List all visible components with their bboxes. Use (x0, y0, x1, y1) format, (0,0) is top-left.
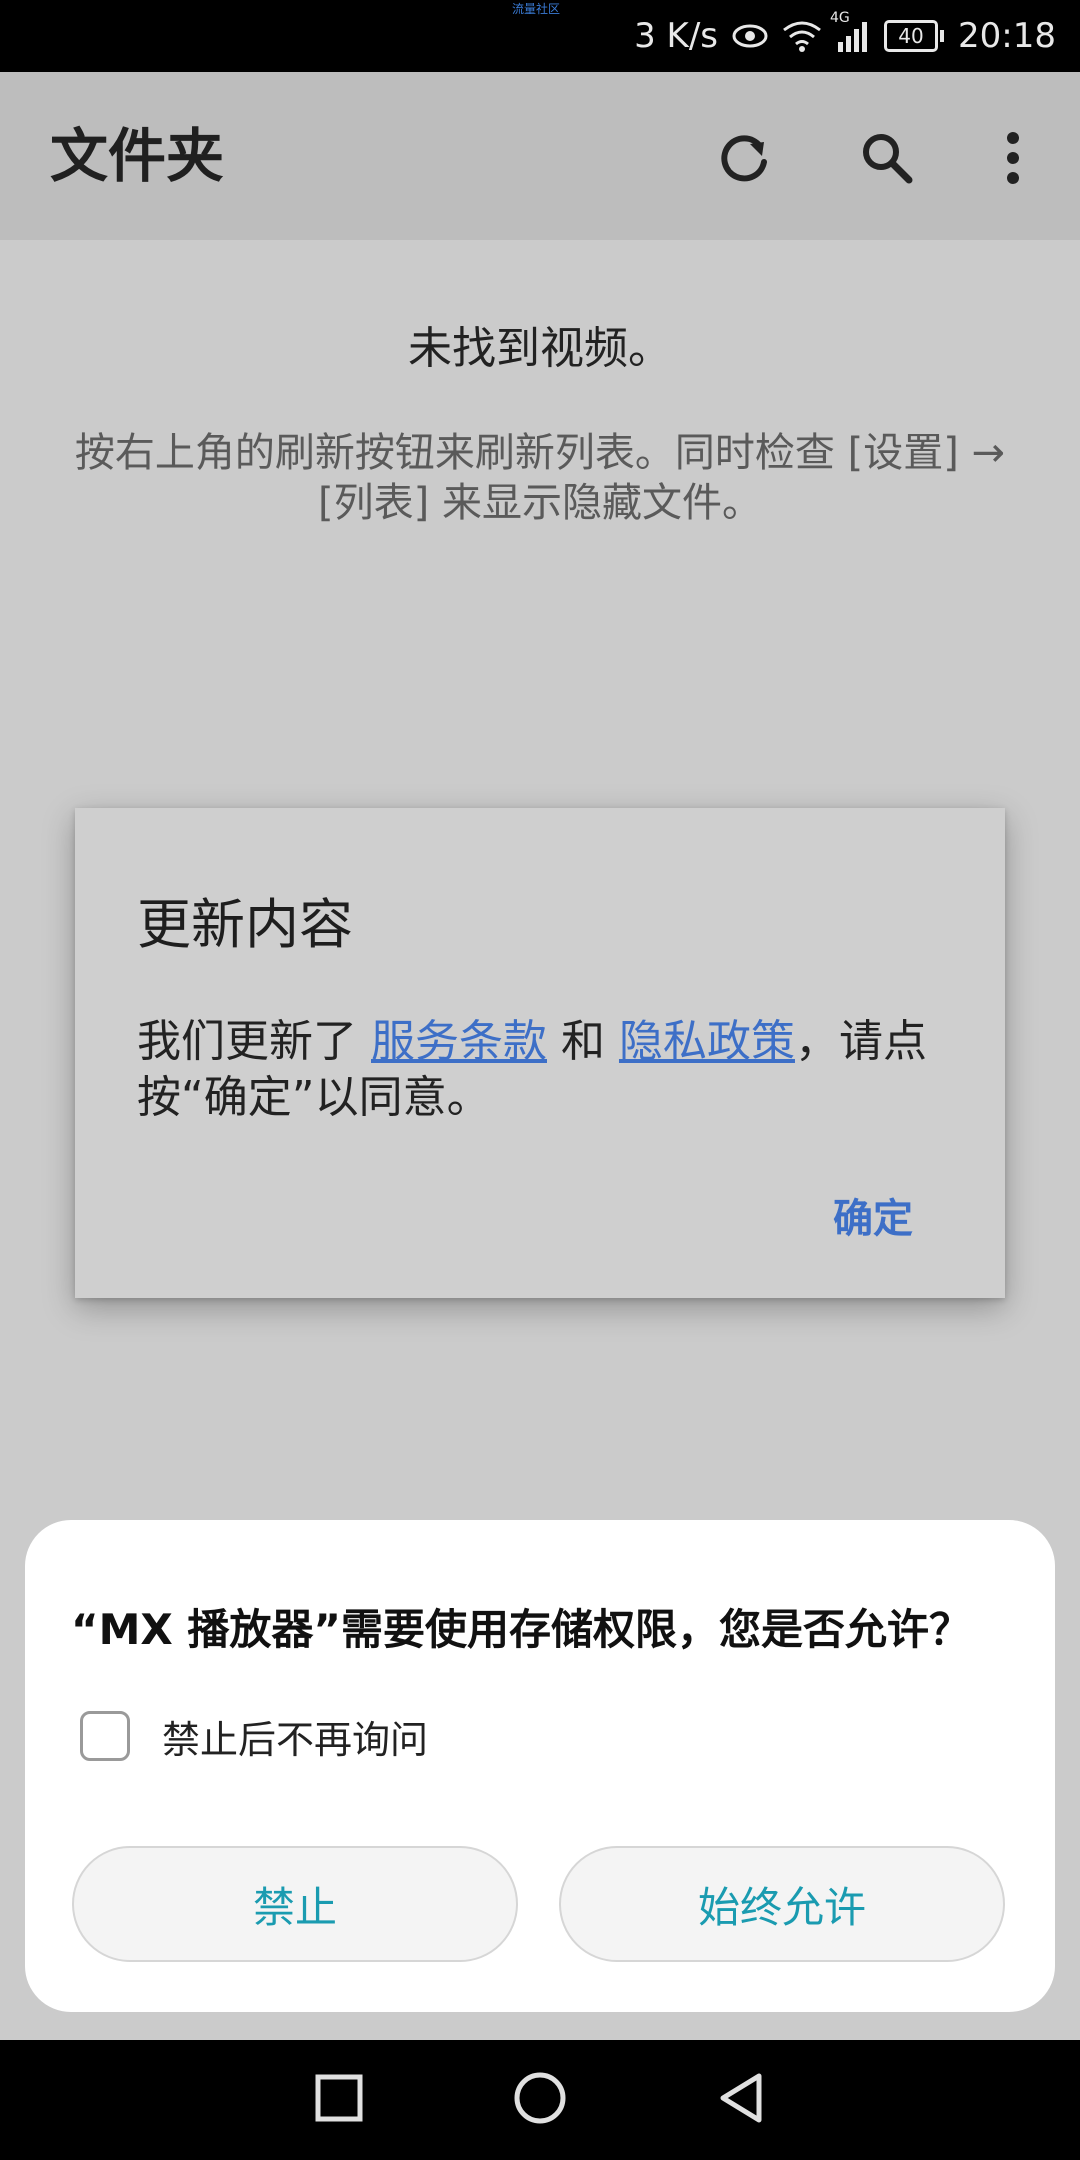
permission-question: “MX 播放器”需要使用存储权限，您是否允许？ (71, 1605, 972, 1654)
refresh-icon (721, 135, 767, 182)
app-bar: 文件夹 (0, 72, 1080, 240)
more-vert-icon (1007, 132, 1019, 184)
refresh-button[interactable] (712, 126, 776, 190)
more-options-button[interactable] (981, 126, 1045, 190)
dialog-body: 我们更新了 服务条款 和 隐私政策，请点按“确定”以同意。 (137, 1014, 957, 1126)
recents-button[interactable] (315, 2074, 363, 2126)
navigation-bar (0, 2040, 1080, 2160)
home-button[interactable] (513, 2071, 567, 2129)
carrier-label: 流量社区 (512, 2, 561, 16)
search-button[interactable] (855, 126, 919, 190)
net-speed: 3 K/s (634, 16, 719, 56)
dont-ask-again-row[interactable]: 禁止后不再询问 (80, 1708, 428, 1764)
battery-level: 40 (884, 20, 939, 52)
always-allow-button[interactable]: 始终允许 (559, 1846, 1005, 1962)
dont-ask-again-checkbox[interactable] (80, 1711, 130, 1761)
back-button[interactable] (717, 2072, 765, 2128)
permission-dialog: “MX 播放器”需要使用存储权限，您是否允许？ 禁止后不再询问 禁止 始终允许 (25, 1520, 1055, 2012)
network-type: 4G (830, 10, 850, 26)
privacy-policy-link[interactable]: 隐私政策 (619, 1016, 795, 1067)
dont-ask-again-label: 禁止后不再询问 (162, 1717, 429, 1762)
clock: 20:18 (958, 16, 1056, 56)
page-title: 文件夹 (50, 122, 225, 190)
update-dialog: 更新内容 我们更新了 服务条款 和 隐私政策，请点按“确定”以同意。 确定 (75, 808, 1005, 1298)
ok-button[interactable]: 确定 (833, 1186, 913, 1244)
empty-state-hint: 按右上角的刷新按钮来刷新列表。同时检查 [设置] → [列表] 来显示隐藏文件。 (74, 430, 1006, 526)
recents-square-icon (315, 2074, 363, 2122)
search-icon (863, 134, 913, 184)
status-bar: 流量社区 3 K/s 4G 40 20:18 (0, 0, 1080, 72)
body-prefix: 我们更新了 (137, 1016, 371, 1067)
dialog-title: 更新内容 (137, 893, 353, 956)
deny-button[interactable]: 禁止 (72, 1846, 518, 1962)
empty-state-title: 未找到视频。 (408, 323, 672, 374)
terms-of-service-link[interactable]: 服务条款 (371, 1016, 547, 1067)
signal-icon: 4G (830, 10, 870, 52)
battery-icon: 40 (884, 20, 945, 52)
body-mid: 和 (547, 1016, 619, 1067)
wifi-icon (782, 20, 822, 52)
home-circle-icon (514, 2072, 566, 2124)
back-triangle-icon (720, 2073, 762, 2123)
status-icons: 3 K/s 4G 40 20:18 (634, 10, 1056, 60)
eye-icon (732, 22, 768, 50)
